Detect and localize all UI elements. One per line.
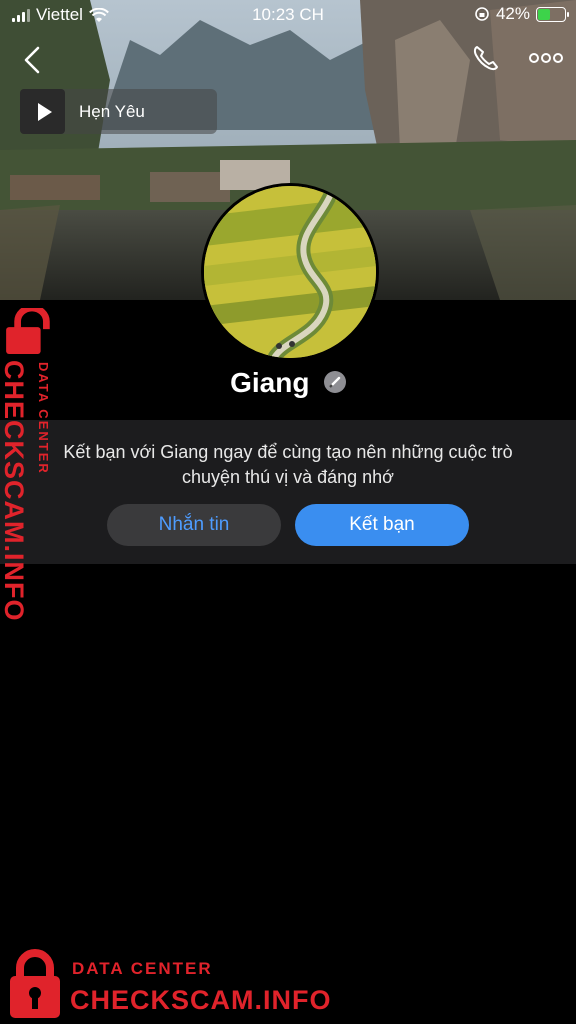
status-bar: Viettel 10:23 CH 42%: [0, 0, 576, 30]
music-title: Hẹn Yêu: [79, 101, 145, 121]
battery-icon: [536, 6, 569, 22]
watermark-lock-icon: [6, 308, 50, 354]
watermark-bottom-big: CHECKSCAM.INFO: [70, 985, 332, 1015]
profile-name-row: Giang: [0, 367, 576, 399]
watermark-bottom-small: DATA CENTER: [72, 959, 213, 978]
avatar-image: [204, 186, 376, 358]
friend-invite-panel: Kết bạn với Giang ngay để cùng tạo nên n…: [0, 420, 576, 564]
add-friend-button[interactable]: Kết bạn: [295, 504, 469, 546]
invite-line-1: Kết bạn với Giang ngay để cùng tạo nên n…: [63, 442, 513, 462]
profile-name: Giang: [230, 367, 310, 398]
status-right: 42%: [474, 4, 569, 24]
edit-icon[interactable]: [323, 370, 346, 393]
orientation-lock-icon: [475, 7, 489, 21]
message-button[interactable]: Nhắn tin: [107, 504, 281, 546]
more-options-icon[interactable]: [528, 48, 564, 68]
invite-line-2: chuyện thú vị và đáng nhớ: [182, 467, 394, 487]
play-icon[interactable]: [20, 89, 65, 134]
avatar[interactable]: [201, 183, 379, 361]
profile-music[interactable]: Hẹn Yêu: [20, 89, 217, 134]
phone-icon[interactable]: [470, 42, 502, 74]
back-icon[interactable]: [18, 44, 48, 76]
watermark-lock-bottom-icon: [10, 949, 60, 1018]
watermark-side-small: DATA CENTER: [36, 362, 51, 475]
invite-text: Kết bạn với Giang ngay để cùng tạo nên n…: [0, 440, 576, 490]
battery-percent: 42%: [495, 4, 530, 23]
watermark-side-big: CHECKSCAM.INFO: [0, 360, 29, 622]
